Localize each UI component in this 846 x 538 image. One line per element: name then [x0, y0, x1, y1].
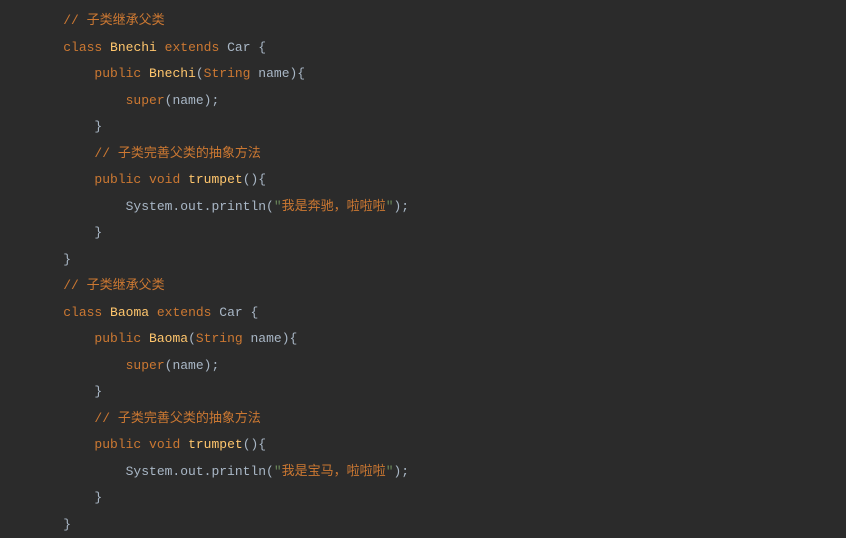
keyword-void: void: [149, 437, 180, 452]
type-string: String: [196, 331, 243, 346]
sysout: System.out.println(: [126, 199, 274, 214]
sysout: System.out.println(: [126, 464, 274, 479]
class-name: Bnechi: [110, 40, 157, 55]
comment: // 子类继承父类: [63, 13, 164, 28]
string-content: 我是奔驰，啦啦啦: [282, 199, 386, 214]
brace-close: }: [94, 119, 102, 134]
parent-class: Car: [219, 305, 242, 320]
paren: (: [196, 66, 204, 81]
code-line: super(name);: [0, 353, 846, 380]
code-line: public void trumpet(){: [0, 167, 846, 194]
comment: // 子类完善父类的抽象方法: [94, 411, 260, 426]
brace-close: }: [94, 490, 102, 505]
keyword-public: public: [94, 172, 141, 187]
code-line: System.out.println("我是宝马，啦啦啦");: [0, 459, 846, 486]
keyword-void: void: [149, 172, 180, 187]
class-name: Baoma: [110, 305, 149, 320]
keyword-super: super: [126, 358, 165, 373]
keyword-extends: extends: [165, 40, 220, 55]
keyword-public: public: [94, 331, 141, 346]
keyword-extends: extends: [157, 305, 212, 320]
code-line: class Baoma extends Car {: [0, 300, 846, 327]
code-editor[interactable]: // 子类继承父类 class Bnechi extends Car { pub…: [0, 8, 846, 538]
code-line: public Bnechi(String name){: [0, 61, 846, 88]
keyword-public: public: [94, 66, 141, 81]
method-name: trumpet: [188, 172, 243, 187]
brace-close: }: [94, 225, 102, 240]
code-line: super(name);: [0, 88, 846, 115]
super-args: (name);: [165, 93, 220, 108]
parent-class: Car: [227, 40, 250, 55]
code-line: }: [0, 247, 846, 274]
super-args: (name);: [165, 358, 220, 373]
method-name: trumpet: [188, 437, 243, 452]
brace-close: }: [63, 252, 71, 267]
param-name: name: [243, 331, 282, 346]
brace: {: [243, 305, 259, 320]
code-line: }: [0, 512, 846, 538]
keyword-class: class: [63, 40, 102, 55]
comment: // 子类完善父类的抽象方法: [94, 146, 260, 161]
paren-brace: ){: [282, 331, 298, 346]
string-content: 我是宝马，啦啦啦: [282, 464, 386, 479]
code-line: System.out.println("我是奔驰，啦啦啦");: [0, 194, 846, 221]
stmt-end: );: [394, 464, 410, 479]
param-name: name: [250, 66, 289, 81]
code-line: }: [0, 114, 846, 141]
code-line: public void trumpet(){: [0, 432, 846, 459]
code-line: }: [0, 485, 846, 512]
code-line: // 子类继承父类: [0, 273, 846, 300]
keyword-class: class: [63, 305, 102, 320]
code-line: // 子类继承父类: [0, 8, 846, 35]
code-line: // 子类完善父类的抽象方法: [0, 141, 846, 168]
brace-close: }: [63, 517, 71, 532]
comment: // 子类继承父类: [63, 278, 164, 293]
paren: (: [188, 331, 196, 346]
code-line: }: [0, 379, 846, 406]
code-line: }: [0, 220, 846, 247]
parens-brace: (){: [243, 437, 266, 452]
stmt-end: );: [394, 199, 410, 214]
string-quote: ": [386, 199, 394, 214]
constructor-name: Bnechi: [149, 66, 196, 81]
keyword-super: super: [126, 93, 165, 108]
parens-brace: (){: [243, 172, 266, 187]
brace: {: [251, 40, 267, 55]
type-string: String: [204, 66, 251, 81]
code-line: public Baoma(String name){: [0, 326, 846, 353]
code-line: // 子类完善父类的抽象方法: [0, 406, 846, 433]
paren-brace: ){: [290, 66, 306, 81]
code-line: class Bnechi extends Car {: [0, 35, 846, 62]
string-quote: ": [274, 199, 282, 214]
string-quote: ": [274, 464, 282, 479]
constructor-name: Baoma: [149, 331, 188, 346]
brace-close: }: [94, 384, 102, 399]
string-quote: ": [386, 464, 394, 479]
keyword-public: public: [94, 437, 141, 452]
